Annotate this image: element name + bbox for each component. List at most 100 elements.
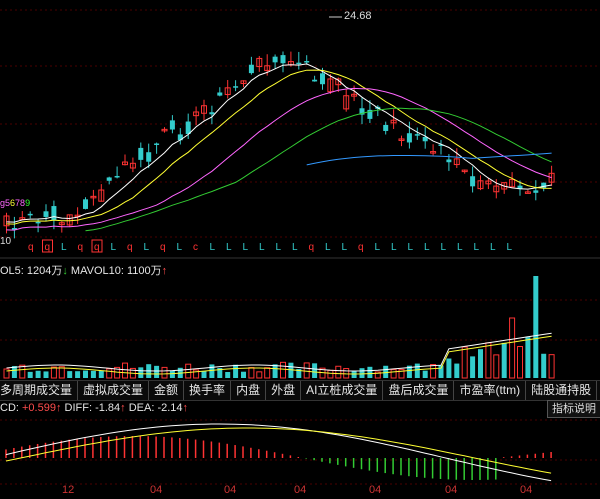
- volume-bar: [312, 363, 318, 378]
- signal-letter-29: L: [507, 242, 513, 253]
- vol-ma5-line: [6, 332, 552, 372]
- tab-turnover-rate[interactable]: 换手率: [184, 381, 232, 400]
- signal-letter-24: L: [424, 242, 430, 253]
- volume-bar: [241, 371, 246, 378]
- signal-letter-2: L: [61, 242, 67, 253]
- volume-bar: [50, 366, 57, 379]
- volume-bar: [233, 364, 239, 378]
- candle-body: [169, 120, 175, 130]
- candle-body: [470, 176, 476, 187]
- x-label-1: 04: [150, 484, 163, 496]
- volume-bar: [446, 358, 452, 378]
- volume-bar: [335, 365, 342, 379]
- candle-body: [446, 159, 452, 163]
- volume-bar: [225, 371, 231, 378]
- tab-northbound-holdings[interactable]: 陆股通持股: [526, 381, 598, 400]
- volume-bar: [122, 362, 128, 379]
- tab-multi-period-volume[interactable]: 多周期成交量: [0, 381, 79, 400]
- dea-line: [5, 427, 552, 474]
- candle-body: [154, 143, 160, 145]
- signal-letter-12: L: [226, 242, 232, 253]
- candle-body: [146, 152, 152, 162]
- candle-body: [414, 134, 420, 136]
- stock-chart[interactable]: qqLqqLqLqLcLLLLLLqLLqLLLLLLLLL: [0, 0, 600, 499]
- candle-body: [383, 124, 389, 131]
- volume-bar: [359, 368, 365, 378]
- volume-bar: [478, 349, 483, 378]
- tab-amount[interactable]: 金额: [149, 381, 185, 400]
- ma-marker-4: 9: [25, 198, 31, 208]
- candle-body: [106, 177, 112, 181]
- signal-letter-14: L: [259, 242, 265, 253]
- signal-letter-4: q: [94, 242, 100, 253]
- x-label-4: 04: [369, 484, 382, 496]
- signal-letter-5: L: [111, 242, 117, 253]
- signal-letter-16: L: [292, 242, 298, 253]
- volume-bar: [106, 368, 113, 379]
- high-price-label: 24.68: [344, 10, 372, 22]
- volume-bar: [303, 362, 310, 379]
- candle-body: [272, 56, 278, 63]
- vol-ma10-line: [6, 335, 552, 375]
- volume-bar: [27, 371, 33, 378]
- candle-body: [541, 182, 547, 189]
- x-label-3: 04: [294, 484, 307, 496]
- volume-legend: OL5: 1204万↓ MAVOL10: 1100万↑: [0, 262, 167, 278]
- volume-bar: [509, 317, 516, 379]
- volume-bar: [461, 346, 468, 379]
- volume-bar: [548, 354, 555, 379]
- candle-body: [320, 73, 325, 85]
- candle-body: [209, 112, 215, 115]
- diff-line: [5, 423, 552, 482]
- volume-bar: [67, 371, 73, 378]
- tab-after-hours-volume[interactable]: 盘后成交量: [383, 381, 455, 400]
- signal-letter-15: L: [276, 242, 282, 253]
- candle-body: [35, 221, 41, 224]
- volume-bar: [201, 370, 207, 378]
- signal-letter-8: q: [160, 242, 166, 253]
- signal-letter-18: L: [325, 242, 331, 253]
- tab-pe-ttm[interactable]: 市盈率(ttm): [454, 381, 527, 400]
- signal-letter-3: q: [78, 242, 84, 253]
- x-label-6: 04: [520, 484, 533, 496]
- indicator-help-button[interactable]: 指标说明: [547, 400, 600, 418]
- signal-letter-27: L: [474, 242, 480, 253]
- signal-letter-11: L: [210, 242, 216, 253]
- volume-bar: [256, 371, 263, 379]
- tab-virtual-volume[interactable]: 虚拟成交量: [78, 381, 150, 400]
- signal-letter-10: c: [193, 242, 198, 253]
- volume-bar: [264, 367, 271, 379]
- volume-bar: [35, 370, 41, 378]
- volume-bar: [138, 367, 144, 378]
- macd-legend: CD: +0.599↑ DIFF: -1.84↑ DEA: -2.14↑: [0, 402, 188, 414]
- volume-bar: [541, 353, 547, 378]
- volume-bar: [161, 366, 168, 379]
- volume-bar: [517, 346, 523, 379]
- candle-body: [83, 199, 88, 209]
- candle-body: [51, 206, 57, 221]
- tab-ai-volume[interactable]: AI立桩成交量: [301, 381, 384, 400]
- volume-bar: [169, 370, 175, 378]
- dea-value: -2.14: [157, 402, 183, 414]
- diff-value: -1.84: [95, 402, 121, 414]
- candle-body: [43, 211, 49, 217]
- candle-body: [217, 92, 223, 96]
- signal-letter-23: L: [408, 242, 414, 253]
- ma-marker-row: g56789: [0, 198, 30, 208]
- ma5-line: [6, 63, 552, 223]
- volume-bar: [90, 370, 96, 378]
- signal-letter-25: L: [441, 242, 447, 253]
- volume-bar: [470, 356, 476, 378]
- x-axis: 12 04 04 04 04 04 04: [0, 484, 600, 499]
- macd-value: +0.599: [22, 402, 56, 414]
- vol-ma10-arrow: ↑: [161, 265, 168, 277]
- volume-bar: [185, 363, 192, 379]
- tab-outer-volume[interactable]: 外盘: [266, 381, 302, 400]
- signal-letter-22: L: [391, 242, 397, 253]
- signal-letter-17: q: [309, 242, 315, 253]
- tab-inner-volume[interactable]: 内盘: [231, 381, 267, 400]
- volume-bar: [43, 371, 49, 378]
- volume-bar: [351, 371, 357, 378]
- volume-bar: [248, 367, 255, 379]
- ma-marker-3: 78: [15, 198, 26, 208]
